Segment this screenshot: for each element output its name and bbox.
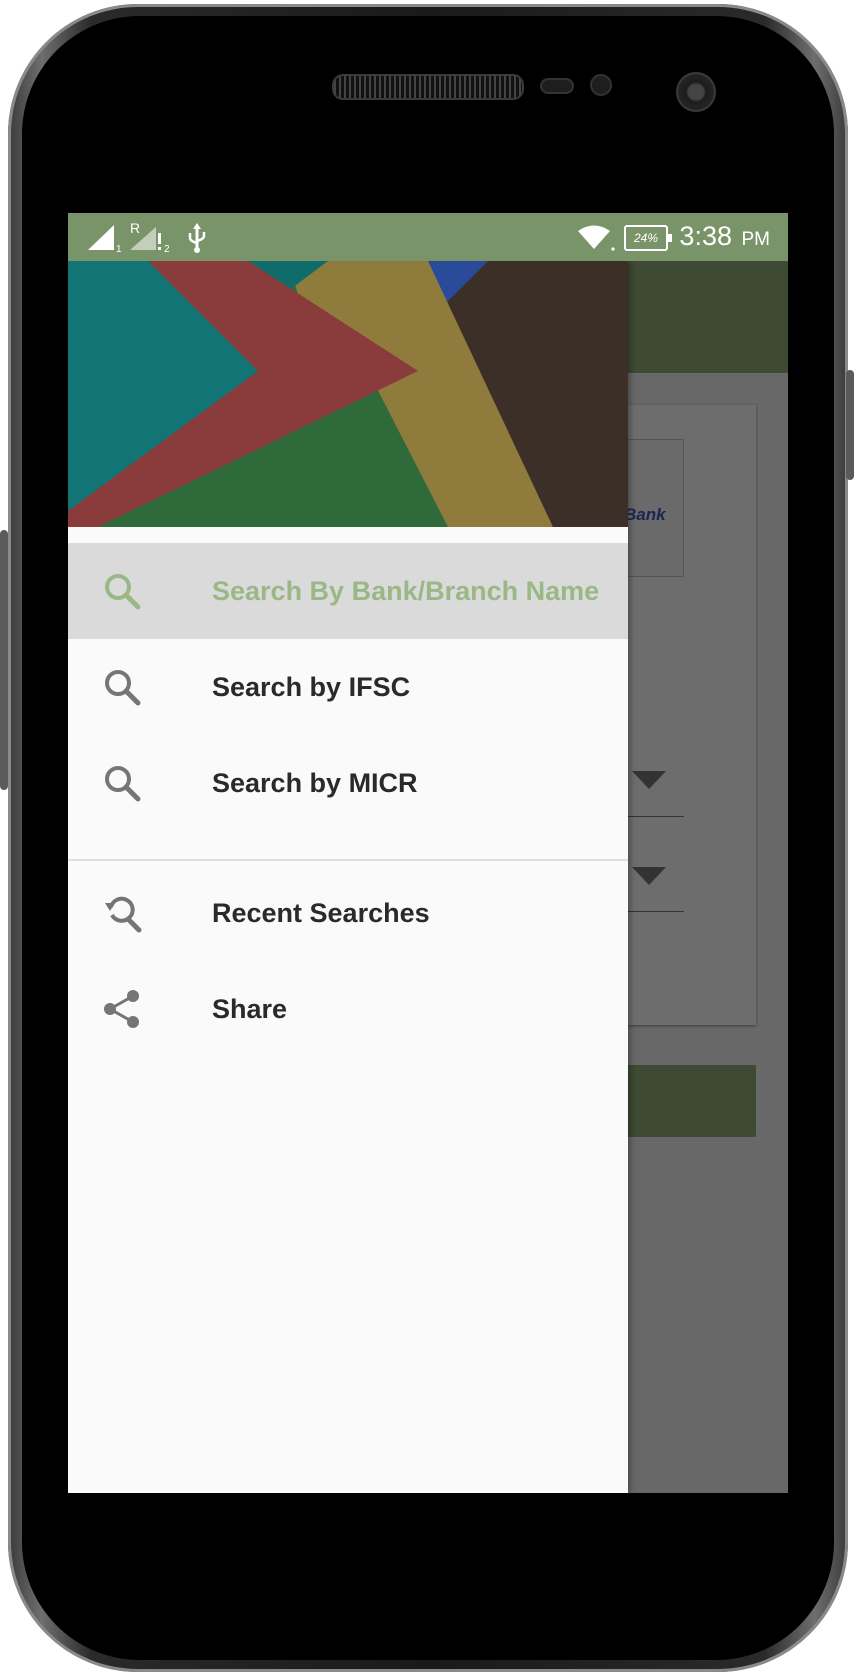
drawer-item-search-by-ifsc[interactable]: Search by IFSC bbox=[68, 639, 628, 735]
signal-sim2-icon: R 2 bbox=[130, 220, 170, 253]
status-clock: 3:38 PM bbox=[679, 221, 770, 252]
front-camera bbox=[676, 72, 716, 112]
recent-search-icon bbox=[105, 896, 142, 933]
wifi-icon bbox=[578, 225, 615, 251]
screen: 1 R 2 24% 3:38 PM Bank Search By Bank/Br… bbox=[68, 213, 788, 1493]
clock-time: 3:38 bbox=[679, 221, 732, 251]
light-sensor bbox=[590, 74, 612, 96]
drawer-header-image bbox=[68, 261, 628, 527]
volume-button bbox=[0, 530, 8, 790]
svg-text:1: 1 bbox=[116, 244, 122, 253]
drawer-item-recent-searches[interactable]: Recent Searches bbox=[68, 865, 628, 961]
search-icon bbox=[105, 670, 141, 706]
search-icon bbox=[105, 574, 141, 610]
power-button bbox=[846, 370, 854, 480]
bank-dropdown-caret-icon[interactable] bbox=[632, 771, 666, 789]
drawer-item-label: Share bbox=[212, 994, 288, 1024]
svg-text:R: R bbox=[130, 220, 140, 236]
drawer-item-label: Search by MICR bbox=[212, 768, 418, 798]
navigation-drawer: Search By Bank/Branch Name Search by IFS… bbox=[68, 261, 628, 1493]
drawer-item-search-by-bank-branch[interactable]: Search By Bank/Branch Name bbox=[68, 543, 628, 639]
branch-dropdown-caret-icon[interactable] bbox=[632, 867, 666, 885]
drawer-divider bbox=[68, 859, 628, 861]
svg-text:2: 2 bbox=[164, 244, 170, 253]
status-bar: 1 R 2 24% 3:38 PM bbox=[68, 213, 788, 261]
proximity-sensor bbox=[540, 78, 574, 94]
battery-indicator: 24% bbox=[624, 225, 672, 251]
drawer-item-label: Search By Bank/Branch Name bbox=[212, 576, 600, 606]
clock-ampm: PM bbox=[741, 229, 771, 250]
bank-logo-text: Bank bbox=[624, 505, 666, 524]
drawer-item-label: Search by IFSC bbox=[212, 672, 411, 702]
earpiece-speaker bbox=[332, 74, 524, 100]
search-icon bbox=[105, 766, 141, 802]
drawer-item-search-by-micr[interactable]: Search by MICR bbox=[68, 735, 628, 831]
material-header-artwork bbox=[68, 261, 628, 527]
drawer-item-label: Recent Searches bbox=[212, 898, 430, 928]
share-icon bbox=[104, 990, 139, 1028]
signal-sim1-icon: 1 bbox=[88, 225, 122, 253]
drawer-item-share[interactable]: Share bbox=[68, 961, 628, 1057]
usb-icon bbox=[188, 223, 206, 253]
